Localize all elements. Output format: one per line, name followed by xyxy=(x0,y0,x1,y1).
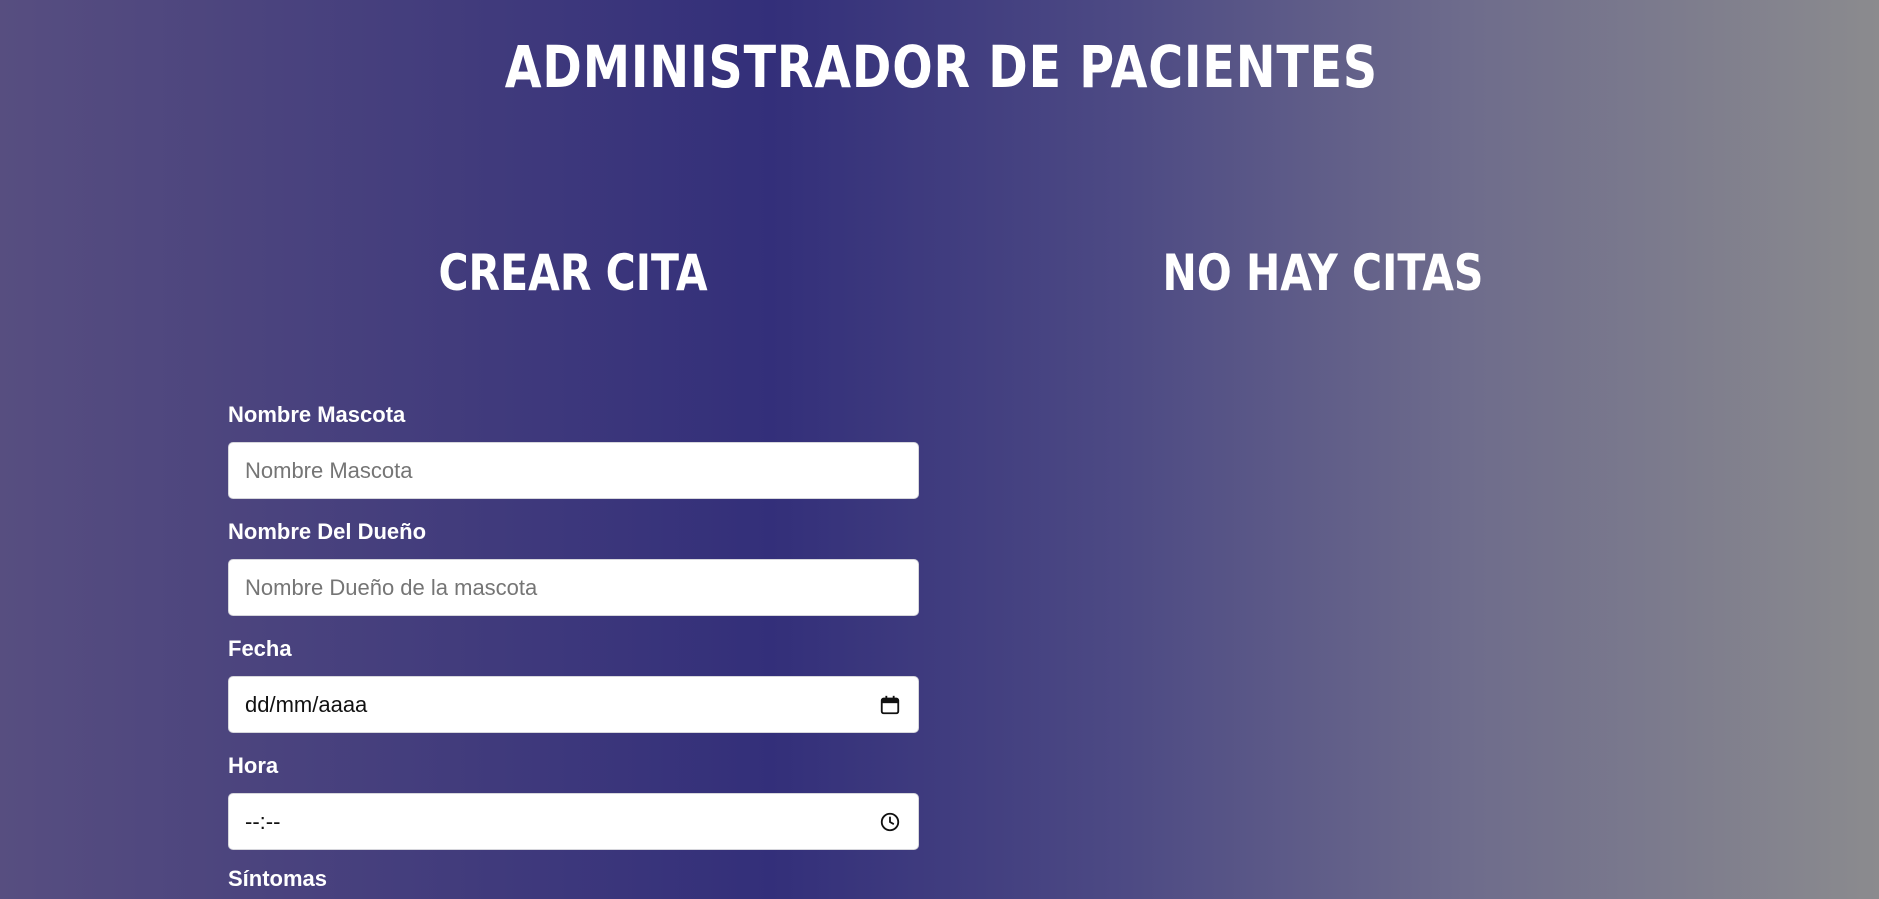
date-value: dd/mm/aaaa xyxy=(245,691,368,717)
owner-name-input[interactable] xyxy=(245,574,902,601)
time-label: Hora xyxy=(228,753,279,778)
time-value: --:-- xyxy=(245,808,281,834)
create-appointment-title: CREAR CITA xyxy=(438,244,708,302)
pet-name-label: Nombre Mascota xyxy=(228,402,406,427)
appointment-form: Nombre Mascota Nombre Del Dueño Fecha dd… xyxy=(228,402,919,886)
pet-name-input[interactable] xyxy=(245,457,902,484)
calendar-icon[interactable] xyxy=(878,693,902,717)
pet-name-field-box xyxy=(228,442,919,499)
date-input[interactable]: dd/mm/aaaa xyxy=(228,676,919,733)
no-appointments-title: NO HAY CITAS xyxy=(1162,244,1484,302)
owner-name-field-box xyxy=(228,559,919,616)
owner-name-label: Nombre Del Dueño xyxy=(228,519,427,544)
time-input[interactable]: --:-- xyxy=(228,793,919,850)
symptoms-label: Síntomas xyxy=(228,866,328,886)
clock-icon[interactable] xyxy=(878,810,902,834)
page-title: ADMINISTRADOR DE PACIENTES xyxy=(504,33,1379,101)
date-label: Fecha xyxy=(228,636,292,661)
